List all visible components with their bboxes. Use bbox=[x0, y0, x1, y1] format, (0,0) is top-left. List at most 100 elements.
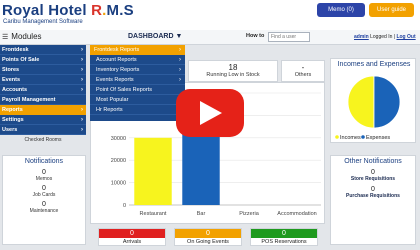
maintenance-label: Maintenance bbox=[29, 208, 59, 214]
y-tick-label: 30000 bbox=[111, 136, 126, 142]
username-link[interactable]: admin bbox=[354, 34, 369, 40]
sidebar-item-label: Frontdesk bbox=[2, 47, 29, 53]
sidebar-item-events[interactable]: Events › bbox=[0, 75, 86, 85]
sidebar-item-points-of-sale[interactable]: Points Of Sale › bbox=[0, 55, 86, 65]
user-guide-button[interactable]: User guide bbox=[369, 3, 414, 17]
chevron-right-icon: › bbox=[179, 57, 181, 63]
arrivals-tile[interactable]: 0 Arrivals bbox=[98, 228, 166, 246]
ongoing-events-count: 0 bbox=[175, 229, 241, 238]
reports-submenu: Frontdesk Reports › Account Reports › Inve… bbox=[90, 45, 185, 121]
brand-subtitle: Caribu Management Software bbox=[3, 19, 83, 25]
low-stock-stat[interactable]: 18 Running Low in Stock bbox=[188, 60, 278, 82]
ongoing-events-tile[interactable]: 0 On Going Events bbox=[174, 228, 242, 246]
sidebar-item-frontdesk[interactable]: Frontdesk › bbox=[0, 45, 86, 55]
purchase-requisitions-label: Purchase Requisitions bbox=[346, 193, 400, 199]
pos-reservations-label: POS Reservations bbox=[261, 239, 307, 245]
chevron-right-icon: › bbox=[81, 87, 83, 93]
maintenance-count: 0 bbox=[42, 201, 46, 208]
sidebar-item-label: Events bbox=[2, 77, 21, 83]
pie-slice-expenses[interactable] bbox=[373, 75, 401, 129]
chevron-right-icon: › bbox=[81, 127, 83, 133]
checked-rooms-label: Checked Rooms bbox=[0, 135, 86, 145]
sidebar-item-label: Points Of Sale bbox=[2, 57, 40, 63]
x-tick-label: Pizzeria bbox=[239, 211, 260, 217]
submenu-item-account-reports[interactable]: Account Reports › bbox=[90, 55, 185, 65]
bar-restaurant[interactable] bbox=[134, 137, 172, 205]
sidebar-item-payroll[interactable]: Payroll Management bbox=[0, 95, 86, 105]
chevron-right-icon: › bbox=[81, 77, 83, 83]
pos-reservations-count: 0 bbox=[251, 229, 317, 238]
submenu-item-inventory-reports[interactable]: Inventory Reports › bbox=[90, 65, 185, 75]
submenu-item-hr-reports[interactable]: Hr Reports bbox=[90, 105, 185, 115]
sidebar-item-label: Stores bbox=[2, 67, 20, 73]
modules-toggle[interactable]: ☰ Modules bbox=[2, 32, 42, 41]
logged-in-text: Logged In | bbox=[368, 34, 397, 40]
chevron-right-icon: › bbox=[179, 77, 181, 83]
find-user-input[interactable] bbox=[268, 32, 310, 42]
brand-suffix: M.S bbox=[106, 2, 134, 19]
memo-button[interactable]: Memo (0) bbox=[317, 3, 365, 17]
ongoing-events-label: On Going Events bbox=[187, 239, 229, 245]
nav-bar: ☰Modules DASHBOARD ▼ How to admin Logged… bbox=[0, 30, 420, 45]
sidebar-item-settings[interactable]: Settings › bbox=[0, 115, 86, 125]
submenu-item-label: Account Reports bbox=[96, 57, 137, 63]
sidebar-item-label: Reports bbox=[2, 107, 23, 113]
arrivals-label: Arrivals bbox=[122, 239, 142, 245]
brand-name: Royal Hotel bbox=[2, 2, 92, 19]
how-to-link[interactable]: How to bbox=[246, 33, 264, 39]
memos-item[interactable]: 0 Memos bbox=[3, 169, 85, 182]
store-requisitions-label: Store Requisitions bbox=[350, 176, 396, 182]
sidebar-item-accounts[interactable]: Accounts › bbox=[0, 85, 86, 95]
chevron-right-icon: › bbox=[81, 57, 83, 63]
submenu-item-most-popular[interactable]: Most Popular bbox=[90, 95, 185, 105]
submenu-item-label: Most Popular bbox=[96, 97, 129, 103]
sidebar-item-label: Payroll Management bbox=[2, 97, 56, 103]
maintenance-item[interactable]: 0 Maintenance bbox=[3, 201, 85, 214]
other-notifications-panel: Other Notifications 0 Store Requisitions… bbox=[330, 155, 416, 245]
pie-slice-incomes[interactable] bbox=[347, 75, 375, 129]
low-stock-label: Running Low in Stock bbox=[206, 72, 260, 78]
play-button[interactable] bbox=[176, 89, 244, 137]
legend-swatch bbox=[335, 135, 339, 139]
sidebar-item-label: Users bbox=[2, 127, 18, 133]
x-tick-label: Accommodation bbox=[277, 211, 316, 217]
submenu-item-label: Point Of Sales Reports bbox=[96, 87, 152, 93]
others-stat[interactable]: - Others bbox=[281, 60, 325, 82]
memos-label: Memos bbox=[35, 176, 53, 182]
login-info: admin Logged In | Log Out bbox=[354, 34, 416, 40]
y-tick-label: 0 bbox=[123, 203, 126, 209]
modules-label: Modules bbox=[11, 32, 42, 41]
brand-letter-r: R bbox=[91, 2, 103, 19]
other-notifications-title: Other Notifications bbox=[344, 158, 402, 165]
store-requisitions-item[interactable]: 0 Store Requisitions bbox=[331, 169, 415, 182]
legend-label: Incomes bbox=[340, 135, 361, 141]
income-expense-panel: Incomes and Expenses Incomes Expenses bbox=[330, 58, 416, 143]
dashboard-label: DASHBOARD bbox=[128, 33, 174, 40]
submenu-item-pos-reports[interactable]: Point Of Sales Reports bbox=[90, 85, 185, 95]
submenu-item-frontdesk-reports[interactable]: Frontdesk Reports › bbox=[90, 45, 185, 55]
notifications-panel: Notifications 0 Memos 0 Job Cards 0 Main… bbox=[2, 155, 86, 245]
submenu-head-label: Frontdesk Reports bbox=[94, 47, 140, 53]
job-cards-item[interactable]: 0 Job Cards bbox=[3, 185, 85, 198]
memos-count: 0 bbox=[42, 169, 46, 176]
store-requisitions-count: 0 bbox=[371, 169, 375, 176]
x-tick-label: Bar bbox=[197, 211, 206, 217]
submenu-item-events-reports[interactable]: Events Reports › bbox=[90, 75, 185, 85]
chevron-right-icon: › bbox=[81, 117, 83, 123]
y-tick-label: 20000 bbox=[111, 158, 126, 164]
sidebar-item-stores[interactable]: Stores › bbox=[0, 65, 86, 75]
others-value: - bbox=[301, 63, 305, 72]
pos-reservations-tile[interactable]: 0 POS Reservations bbox=[250, 228, 318, 246]
submenu-item-label: Hr Reports bbox=[96, 107, 123, 113]
play-icon bbox=[200, 101, 222, 125]
legend-swatch bbox=[361, 135, 365, 139]
logout-link[interactable]: Log Out bbox=[396, 34, 415, 40]
purchase-requisitions-item[interactable]: 0 Purchase Requisitions bbox=[331, 186, 415, 199]
sidebar-item-reports[interactable]: Reports › bbox=[0, 105, 86, 115]
others-label: Others bbox=[294, 72, 312, 78]
dashboard-dropdown[interactable]: DASHBOARD ▼ bbox=[128, 33, 182, 40]
job-cards-label: Job Cards bbox=[32, 192, 56, 198]
sidebar-item-label: Accounts bbox=[2, 87, 28, 93]
sidebar-item-users[interactable]: Users › bbox=[0, 125, 86, 135]
pie-title: Incomes and Expenses bbox=[337, 61, 411, 68]
